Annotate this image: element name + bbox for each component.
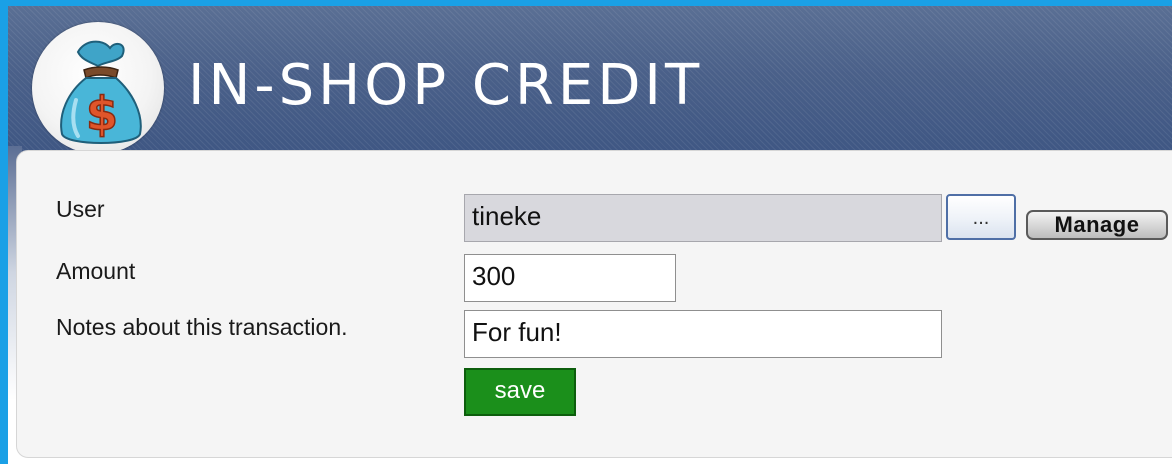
browse-user-button[interactable]: ... (946, 194, 1016, 240)
notes-field[interactable]: For fun! (464, 310, 942, 358)
page-header: $ IN-SHOP CREDIT (8, 6, 1172, 158)
save-button[interactable]: save (464, 368, 576, 416)
logo: $ (32, 22, 164, 154)
app-window: $ IN-SHOP CREDIT User tineke ... Manage … (8, 6, 1172, 464)
svg-text:$: $ (86, 87, 118, 141)
money-bag-icon: $ (60, 40, 142, 144)
notes-label: Notes about this transaction. (56, 314, 348, 340)
amount-label: Amount (56, 258, 136, 284)
manage-button[interactable]: Manage (1026, 210, 1168, 240)
user-field[interactable]: tineke (464, 194, 942, 242)
user-label: User (56, 196, 105, 222)
amount-field[interactable]: 300 (464, 254, 676, 302)
page-title: IN-SHOP CREDIT (188, 53, 704, 118)
